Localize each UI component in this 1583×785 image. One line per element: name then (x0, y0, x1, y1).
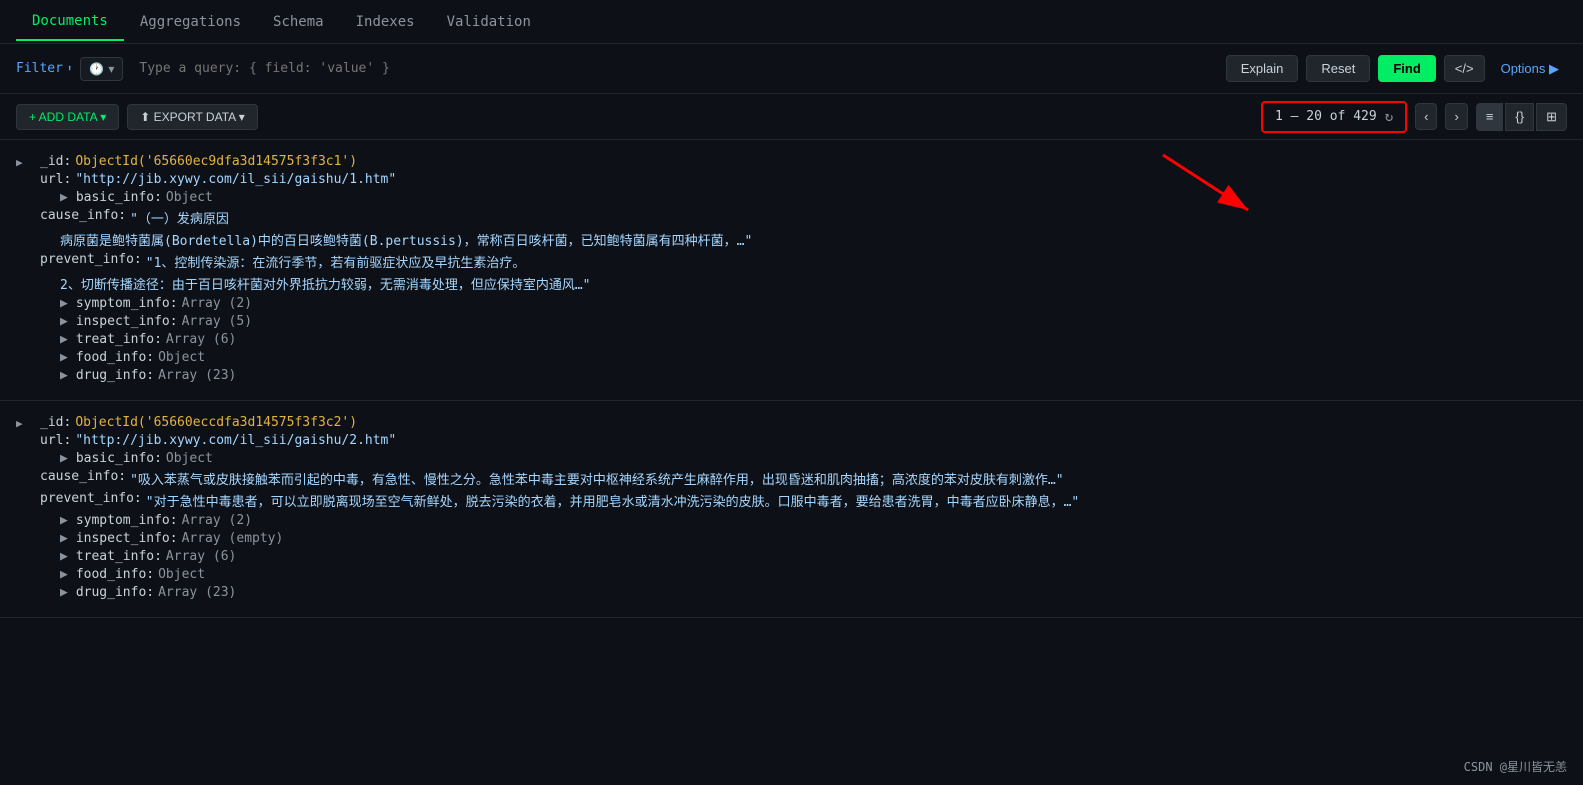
toolbar: + ADD DATA ▾ ⬆ EXPORT DATA ▾ 1 – 20 of 4… (0, 94, 1583, 140)
list-item: ▶ inspect_info: Array (empty) (60, 531, 1567, 546)
list-item: ▶ symptom_info: Array (2) (60, 296, 1567, 311)
list-item: cause_info: "吸入苯蒸气或皮肤接触苯而引起的中毒，有急性、慢性之分。… (40, 469, 1567, 488)
next-page-button[interactable]: › (1445, 103, 1467, 130)
filter-label: Filter⬆ (16, 61, 72, 76)
list-item: ▶ food_info: Object (60, 350, 1567, 365)
list-item: ▶ symptom_info: Array (2) (60, 513, 1567, 528)
code-toggle-button[interactable]: </> (1444, 55, 1485, 82)
view-json-button[interactable]: {} (1505, 103, 1534, 131)
clock-icon: 🕐 (89, 62, 104, 76)
expand-icon[interactable]: ▶ (16, 417, 23, 430)
list-item: 病原菌是鲍特菌属(Bordetella)中的百日咳鲍特菌(B.pertussis… (60, 230, 1567, 249)
list-item: ▶ treat_info: Array (6) (60, 549, 1567, 564)
export-data-button[interactable]: ⬆ EXPORT DATA ▾ (127, 104, 258, 130)
watermark: CSDN @星川皆无恙 (1464, 758, 1567, 775)
expand-icon[interactable]: ▶ (16, 156, 23, 169)
dropdown-chevron-icon: ▾ (108, 62, 114, 76)
tab-aggregations[interactable]: Aggregations (124, 4, 257, 40)
list-item: cause_info: "（一）发病原因 (40, 208, 1567, 227)
options-button[interactable]: Options ▶ (1493, 56, 1567, 82)
list-item: ▶ food_info: Object (60, 567, 1567, 582)
view-grid-button[interactable]: ⊞ (1536, 103, 1567, 131)
prev-page-button[interactable]: ‹ (1415, 103, 1437, 130)
list-item: ▶ inspect_info: Array (5) (60, 314, 1567, 329)
list-item: url: "http://jib.xywy.com/il_sii/gaishu/… (40, 172, 1567, 187)
filter-bar: Filter⬆ 🕐 ▾ Explain Reset Find </> Optio… (0, 44, 1583, 94)
list-item: 2、切断传播途径：由于百日咳杆菌对外界抵抗力较弱，无需消毒处理，但应保持室内通风… (60, 274, 1567, 293)
tab-validation[interactable]: Validation (431, 4, 547, 40)
list-item: ▶ treat_info: Array (6) (60, 332, 1567, 347)
list-item: ▶ basic_info: Object (60, 451, 1567, 466)
refresh-icon[interactable]: ↻ (1385, 109, 1393, 125)
pagination-text: 1 – 20 of 429 (1275, 109, 1377, 124)
pagination-info: 1 – 20 of 429 ↻ (1261, 101, 1407, 133)
table-row: ▶ _id: ObjectId('65660eccdfa3d14575f3f3c… (0, 401, 1583, 618)
document-list: ▶ _id: ObjectId('65660ec9dfa3d14575f3f3c… (0, 140, 1583, 785)
tab-documents[interactable]: Documents (16, 3, 124, 41)
query-input[interactable] (131, 57, 1217, 80)
add-data-button[interactable]: + ADD DATA ▾ (16, 104, 119, 130)
list-item: _id: ObjectId('65660eccdfa3d14575f3f3c2'… (40, 415, 1567, 430)
tab-schema[interactable]: Schema (257, 4, 340, 40)
list-item: url: "http://jib.xywy.com/il_sii/gaishu/… (40, 433, 1567, 448)
explain-button[interactable]: Explain (1226, 55, 1299, 82)
reset-button[interactable]: Reset (1306, 55, 1370, 82)
list-item: ▶ basic_info: Object (60, 190, 1567, 205)
nav-tabs: Documents Aggregations Schema Indexes Va… (0, 0, 1583, 44)
list-item: prevent_info: "1、控制传染源：在流行季节，若有前驱症状应及早抗生… (40, 252, 1567, 271)
view-toggle: ≡ {} ⊞ (1476, 103, 1567, 131)
list-item: ▶ drug_info: Array (23) (60, 585, 1567, 600)
list-item: ▶ drug_info: Array (23) (60, 368, 1567, 383)
table-row: ▶ _id: ObjectId('65660ec9dfa3d14575f3f3c… (0, 140, 1583, 401)
history-button[interactable]: 🕐 ▾ (80, 57, 123, 81)
list-item: _id: ObjectId('65660ec9dfa3d14575f3f3c1'… (40, 154, 1567, 169)
list-item: prevent_info: "对于急性中毒患者，可以立即脱离现场至空气新鲜处，脱… (40, 491, 1567, 510)
find-button[interactable]: Find (1378, 55, 1435, 82)
view-list-button[interactable]: ≡ (1476, 103, 1504, 131)
tab-indexes[interactable]: Indexes (340, 4, 431, 40)
